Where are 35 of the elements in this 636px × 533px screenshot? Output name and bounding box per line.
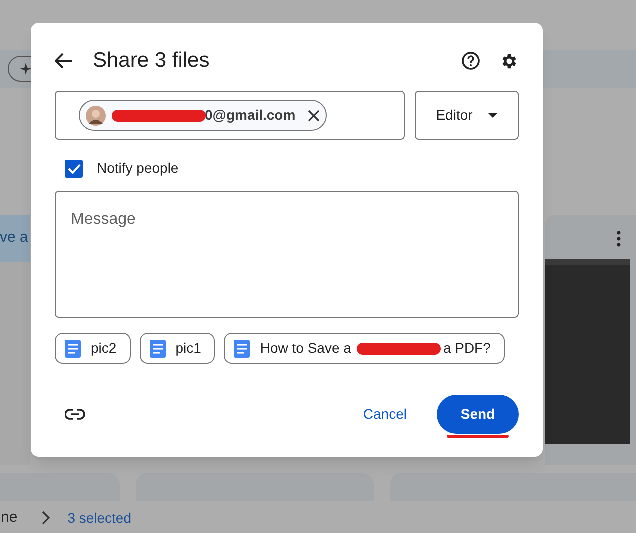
settings-icon[interactable] <box>500 52 519 70</box>
check-icon <box>68 164 80 174</box>
file-name: How to Save a <box>260 339 352 358</box>
more-icon[interactable] <box>617 231 621 247</box>
breadcrumb-item[interactable]: ne <box>1 506 18 530</box>
avatar-icon <box>86 106 106 126</box>
file-chip[interactable]: pic2 <box>55 333 131 364</box>
file-name: pic1 <box>176 339 202 358</box>
link-icon[interactable] <box>65 408 85 420</box>
dialog-title: Share 3 files <box>93 48 210 74</box>
dropdown-caret-icon <box>488 113 498 118</box>
role-dropdown[interactable]: Editor <box>415 91 519 140</box>
recipient-chip[interactable]: 0@gmail.com <box>79 100 327 131</box>
send-button[interactable]: Send <box>437 394 519 434</box>
sparkle-icon <box>20 63 32 75</box>
file-chip[interactable]: pic1 <box>140 333 216 364</box>
checkbox-label: Notify people <box>97 159 179 178</box>
message-field[interactable]: Message <box>55 191 519 318</box>
file-name: a PDF? <box>443 339 491 358</box>
document-icon <box>65 340 81 358</box>
recipient-email: 0@gmail.com <box>205 106 296 125</box>
file-chip[interactable]: How to Save a a PDF? <box>224 333 505 364</box>
file-name: pic2 <box>91 339 117 358</box>
document-icon <box>234 340 250 358</box>
cancel-button[interactable]: Cancel <box>351 394 419 434</box>
help-icon[interactable] <box>462 52 480 70</box>
close-icon[interactable] <box>308 110 320 122</box>
back-arrow-icon[interactable] <box>55 53 73 69</box>
card-title: ve a <box>0 228 28 248</box>
underline-mark <box>447 434 509 438</box>
notify-checkbox[interactable] <box>65 160 83 178</box>
chevron-right-icon <box>42 511 50 525</box>
breadcrumb-item[interactable]: 3 selected <box>68 508 132 528</box>
document-icon <box>150 340 166 358</box>
recipients-field[interactable]: 0@gmail.com <box>55 91 405 140</box>
